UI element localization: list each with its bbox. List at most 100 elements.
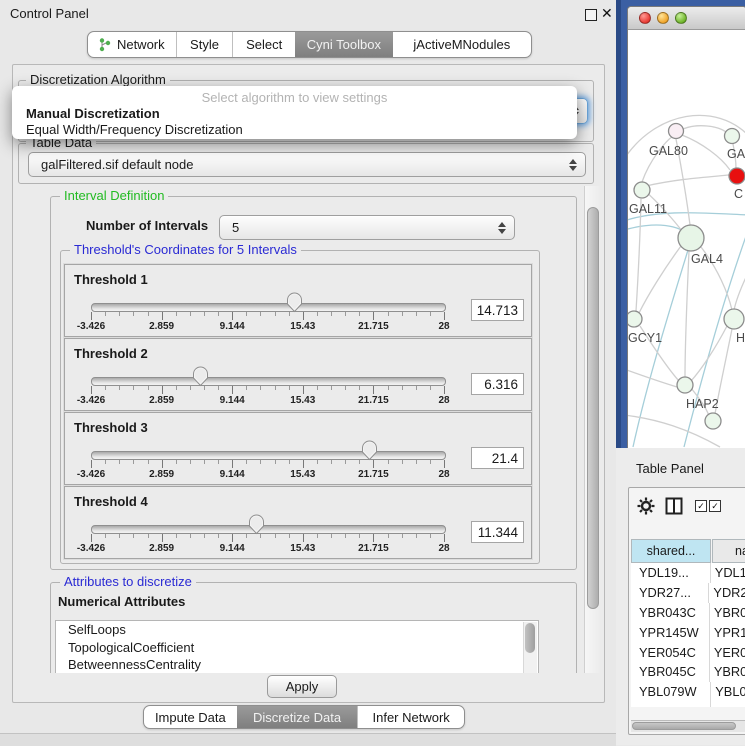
popup-option-manual-discretization[interactable]: Manual Discretization [26, 106, 160, 121]
network-node[interactable] [724, 309, 744, 329]
table-data-combobox[interactable]: galFiltered.sif default node [28, 152, 586, 177]
threshold-slider-thumb[interactable] [248, 514, 265, 535]
network-node[interactable] [725, 129, 740, 144]
table-row[interactable]: YBR043C YBR0 [631, 603, 745, 623]
slider-tick-label: 2.859 [137, 469, 187, 480]
slider-tick [303, 460, 304, 468]
network-node[interactable] [669, 124, 684, 139]
minimize-window-icon[interactable] [657, 12, 669, 24]
network-node[interactable] [634, 182, 650, 198]
table-row[interactable]: YBL079W YBL0 [631, 682, 745, 702]
slider-tick [105, 460, 106, 464]
tab-select[interactable]: Select [232, 32, 295, 57]
columns-icon[interactable] [665, 497, 683, 515]
slider-tick [232, 312, 233, 320]
slider-tick [260, 386, 261, 390]
threshold-slider-track[interactable] [91, 451, 446, 460]
threshold-slider-track[interactable] [91, 377, 446, 386]
numerical-attributes-list[interactable]: SelfLoopsTopologicalCoefficientBetweenne… [55, 620, 539, 673]
network-nodes[interactable]: GAL80GALCGAL11GAL4GCY1HHAP2 [628, 124, 745, 430]
threshold-value-field[interactable]: 21.4 [471, 447, 524, 469]
number-of-intervals-combobox[interactable]: 5 [219, 215, 515, 240]
slider-tick-label: 28 [419, 395, 469, 406]
tab-infer-network[interactable]: Infer Network [357, 706, 464, 728]
threshold-slider-thumb[interactable] [286, 292, 303, 313]
slider-tick [133, 386, 134, 390]
tab-cyni-toolbox[interactable]: Cyni Toolbox [295, 32, 393, 57]
tab-network[interactable]: Network [88, 32, 176, 57]
slider-tick [430, 312, 431, 316]
slider-tick [218, 534, 219, 538]
attributes-legend: Attributes to discretize [60, 575, 196, 589]
slider-tick [162, 312, 163, 320]
network-node[interactable] [678, 225, 704, 251]
tab-jactivemnodules[interactable]: jActiveMNodules [393, 32, 531, 57]
float-window-icon[interactable] [585, 9, 597, 21]
checkbox-icon[interactable]: ✓ [709, 500, 721, 512]
network-node[interactable] [729, 168, 745, 184]
gear-icon[interactable] [637, 497, 655, 515]
threshold-slider-track[interactable] [91, 525, 446, 534]
network-window-titlebar[interactable] [628, 7, 745, 30]
popup-option-equal-width[interactable]: Equal Width/Frequency Discretization [26, 122, 243, 137]
number-of-intervals-label: Number of Intervals [86, 218, 208, 233]
attribute-list-item[interactable]: TopologicalCoefficient [56, 639, 538, 657]
table-row[interactable]: YPR145W YPR1 [631, 622, 745, 642]
close-window-icon[interactable] [639, 12, 651, 24]
network-node-label: GAL [727, 147, 745, 161]
threshold-value-field[interactable]: 14.713 [471, 299, 524, 321]
zoom-window-icon[interactable] [675, 12, 687, 24]
network-node-label: GAL80 [649, 144, 688, 158]
slider-tick [444, 312, 445, 320]
slider-tick [416, 312, 417, 316]
network-node[interactable] [628, 311, 642, 327]
tab-cyni-toolbox-label: Cyni Toolbox [307, 37, 381, 52]
tab-discretize-data[interactable]: Discretize Data [237, 706, 358, 728]
slider-tick [119, 460, 120, 464]
network-node[interactable] [677, 377, 693, 393]
slider-tick [148, 386, 149, 390]
network-node-label: H [736, 331, 745, 345]
close-icon[interactable]: ✕ [601, 5, 613, 22]
threshold-value-field[interactable]: 11.344 [471, 521, 524, 543]
slider-tick [388, 534, 389, 538]
table-rows[interactable]: YDL19... YDL1 YDR27... YDR2 YBR043C YBR0… [631, 563, 745, 707]
slider-tick [246, 460, 247, 464]
attributes-list-scrollbar[interactable] [523, 622, 537, 673]
attribute-list-item[interactable]: BetweennessCentrality [56, 656, 538, 673]
table-row[interactable]: YER054C YER0 [631, 642, 745, 662]
network-node[interactable] [705, 413, 721, 429]
slider-tick [91, 460, 92, 468]
table-panel: Table Panel ✓ ✓ shared... na [616, 448, 745, 745]
slider-tick [119, 312, 120, 316]
table-horizontal-scrollbar[interactable] [631, 720, 745, 732]
tab-impute-data[interactable]: Impute Data [144, 706, 237, 728]
slider-tick [388, 460, 389, 464]
slider-tick [204, 534, 205, 538]
popup-hint: Select algorithm to view settings [12, 90, 577, 105]
column-header-name[interactable]: na [712, 539, 745, 563]
tab-style[interactable]: Style [176, 32, 233, 57]
table-row[interactable]: YLR345W YLR3 [631, 702, 745, 707]
table-row[interactable]: YDL19... YDL1 [631, 563, 745, 583]
column-header-shared-name[interactable]: shared... [631, 539, 711, 563]
table-row[interactable]: YDR27... YDR2 [631, 583, 745, 603]
threshold-slider-thumb[interactable] [192, 366, 209, 387]
attribute-list-item[interactable]: SelfLoops [56, 621, 538, 639]
slider-tick-label: 28 [419, 469, 469, 480]
checkbox-icon[interactable]: ✓ [695, 500, 707, 512]
slider-tick [176, 534, 177, 538]
panel-vertical-scrollbar[interactable] [584, 186, 600, 673]
slider-tick [402, 312, 403, 316]
network-canvas[interactable]: GAL80GALCGAL11GAL4GCY1HHAP2 [628, 29, 745, 449]
threshold-3-panel: Threshold 3-3.4262.8599.14415.4321.71528… [64, 412, 532, 485]
slider-tick [430, 460, 431, 464]
table-row[interactable]: YBR045C YBR0 [631, 662, 745, 682]
threshold-slider-track[interactable] [91, 303, 446, 312]
threshold-value-field[interactable]: 6.316 [471, 373, 524, 395]
apply-button[interactable]: Apply [267, 675, 337, 698]
slider-tick [373, 312, 374, 320]
slider-tick [289, 386, 290, 390]
slider-tick-label: 9.144 [207, 543, 257, 554]
threshold-slider-thumb[interactable] [361, 440, 378, 461]
